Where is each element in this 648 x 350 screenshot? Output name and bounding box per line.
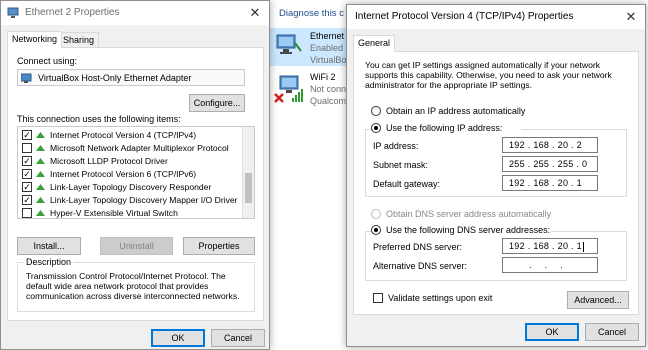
preferred-dns-label: Preferred DNS server: xyxy=(373,242,463,252)
list-item[interactable]: ✓ Internet Protocol Version 4 (TCP/IPv4) xyxy=(22,129,242,141)
connection-item-ethernet[interactable]: Ethernet Enabled VirtualBo xyxy=(268,28,358,66)
item-label: Internet Protocol Version 4 (TCP/IPv4) xyxy=(50,130,197,140)
protocol-icon xyxy=(36,145,45,151)
item-label: Link-Layer Topology Discovery Responder xyxy=(50,182,212,192)
description-group: Description Transmission Control Protoco… xyxy=(17,257,255,312)
window-titlebar: Ethernet 2 Properties ✕ xyxy=(1,1,269,25)
alternate-dns-label: Alternative DNS server: xyxy=(373,261,468,271)
properties-button[interactable]: Properties xyxy=(183,237,255,255)
protocol-icon xyxy=(36,132,45,138)
cancel-button[interactable]: Cancel xyxy=(211,329,265,347)
validate-settings-checkbox[interactable]: Validate settings upon exit xyxy=(373,292,533,304)
connection-name: Ethernet xyxy=(310,31,345,41)
diagnose-connection-link[interactable]: Diagnose this c xyxy=(279,8,344,19)
use-following-ip-radio[interactable]: Use the following IP address: xyxy=(371,122,521,134)
checkbox[interactable] xyxy=(373,293,383,303)
scrollbar-thumb[interactable] xyxy=(245,173,252,203)
window-title: Ethernet 2 Properties xyxy=(25,7,120,18)
adapter-name: VirtualBox Host-Only Ethernet Adapter xyxy=(38,73,192,83)
item-checkbox[interactable]: ✓ xyxy=(22,182,32,192)
description-heading: Description xyxy=(24,257,74,267)
ok-button[interactable]: OK xyxy=(525,323,579,341)
text-cursor xyxy=(582,241,584,252)
protocol-icon xyxy=(36,210,45,216)
item-label: Microsoft Network Adapter Multiplexor Pr… xyxy=(50,143,229,153)
preferred-dns-field[interactable]: 192 . 168 . 20 . 1 xyxy=(502,238,598,254)
list-item[interactable]: Microsoft Network Adapter Multiplexor Pr… xyxy=(22,142,242,154)
ethernet-properties-window: Ethernet 2 Properties ✕ Networking Shari… xyxy=(0,0,270,350)
connection-status: Enabled xyxy=(310,43,344,53)
radio-button[interactable] xyxy=(371,106,381,116)
ip-address-label: IP address: xyxy=(373,141,419,151)
install-button[interactable]: Install... xyxy=(17,237,81,255)
item-checkbox[interactable] xyxy=(22,143,32,153)
subnet-mask-field[interactable]: 255 . 255 . 255 . 0 xyxy=(502,156,598,172)
item-label: Internet Protocol Version 6 (TCP/IPv6) xyxy=(50,169,197,179)
item-checkbox[interactable] xyxy=(22,208,32,218)
radio-button[interactable] xyxy=(371,225,381,235)
ip-address-field[interactable]: 192 . 168 . 20 . 2 xyxy=(502,137,598,153)
radio-button[interactable] xyxy=(371,123,381,133)
default-gateway-field[interactable]: 192 . 168 . 20 . 1 xyxy=(502,175,598,191)
intro-text: You can get IP settings assigned automat… xyxy=(365,60,612,90)
obtain-dns-auto-radio[interactable]: Obtain DNS server address automatically xyxy=(371,208,611,220)
item-checkbox[interactable]: ✓ xyxy=(22,130,32,140)
item-label: Hyper-V Extensible Virtual Switch xyxy=(50,208,178,218)
window-title: Internet Protocol Version 4 (TCP/IPv4) P… xyxy=(355,11,574,22)
connect-using-label: Connect using: xyxy=(17,56,78,66)
adapter-icon xyxy=(21,73,32,83)
uninstall-button[interactable]: Uninstall xyxy=(100,237,173,255)
item-checkbox[interactable]: ✓ xyxy=(22,195,32,205)
radio-label: Use the following IP address: xyxy=(386,123,503,133)
radio-label: Use the following DNS server addresses: xyxy=(386,225,551,235)
alternate-dns-field[interactable]: . . . xyxy=(502,257,598,273)
cancel-button[interactable]: Cancel xyxy=(585,323,639,341)
close-icon[interactable]: ✕ xyxy=(617,5,645,29)
use-following-dns-radio[interactable]: Use the following DNS server addresses: xyxy=(371,224,551,236)
close-icon[interactable]: ✕ xyxy=(241,1,269,25)
protocol-icon xyxy=(36,171,45,177)
configure-button[interactable]: Configure... xyxy=(189,94,245,112)
obtain-ip-auto-radio[interactable]: Obtain an IP address automatically xyxy=(371,105,611,117)
item-checkbox[interactable]: ✓ xyxy=(22,156,32,166)
network-connections-background: Diagnose this c Ethernet Enabled Virtual… xyxy=(268,0,358,350)
radio-label: Obtain an IP address automatically xyxy=(386,106,526,116)
items-label: This connection uses the following items… xyxy=(17,114,181,124)
connection-device: VirtualBo xyxy=(310,55,347,65)
list-item[interactable]: ✓ Link-Layer Topology Discovery Responde… xyxy=(22,181,242,193)
item-label: Microsoft LLDP Protocol Driver xyxy=(50,156,168,166)
advanced-button[interactable]: Advanced... xyxy=(567,291,629,309)
protocol-icon xyxy=(36,197,45,203)
radio-label: Obtain DNS server address automatically xyxy=(386,209,552,219)
subnet-mask-label: Subnet mask: xyxy=(373,160,429,170)
connection-item-wifi[interactable]: WiFi 2 Not conn Qualcomm xyxy=(268,70,358,110)
items-list[interactable]: ✓ Internet Protocol Version 4 (TCP/IPv4)… xyxy=(17,126,255,219)
network-icon xyxy=(7,7,19,18)
ipv4-properties-window: Internet Protocol Version 4 (TCP/IPv4) P… xyxy=(346,4,646,347)
list-item[interactable]: ✓ Link-Layer Topology Discovery Mapper I… xyxy=(22,194,242,206)
checkbox-label: Validate settings upon exit xyxy=(388,293,493,303)
adapter-field: VirtualBox Host-Only Ethernet Adapter xyxy=(17,69,245,86)
tab-networking[interactable]: Networking xyxy=(7,31,63,48)
window-titlebar: Internet Protocol Version 4 (TCP/IPv4) P… xyxy=(347,5,645,29)
list-scrollbar[interactable] xyxy=(242,127,254,218)
connection-name: WiFi 2 xyxy=(310,72,336,82)
item-label: Link-Layer Topology Discovery Mapper I/O… xyxy=(50,195,238,205)
connection-status: Not conn xyxy=(310,84,347,94)
list-item[interactable]: Hyper-V Extensible Virtual Switch xyxy=(22,207,242,218)
protocol-icon xyxy=(36,184,45,190)
wifi-adapter-icon xyxy=(274,75,303,103)
ok-button[interactable]: OK xyxy=(151,329,205,347)
preferred-dns-value: 192 . 168 . 20 . 1 xyxy=(509,241,582,251)
list-item[interactable]: ✓ Internet Protocol Version 6 (TCP/IPv6) xyxy=(22,168,242,180)
list-item[interactable]: ✓ Microsoft LLDP Protocol Driver xyxy=(22,155,242,167)
radio-button[interactable] xyxy=(371,209,381,219)
description-text: Transmission Control Protocol/Internet P… xyxy=(26,271,240,301)
default-gateway-label: Default gateway: xyxy=(373,179,441,189)
tab-general[interactable]: General xyxy=(353,35,396,52)
network-adapter-icon xyxy=(276,34,302,54)
item-checkbox[interactable]: ✓ xyxy=(22,169,32,179)
tab-sharing[interactable]: Sharing xyxy=(58,32,100,48)
protocol-icon xyxy=(36,158,45,164)
